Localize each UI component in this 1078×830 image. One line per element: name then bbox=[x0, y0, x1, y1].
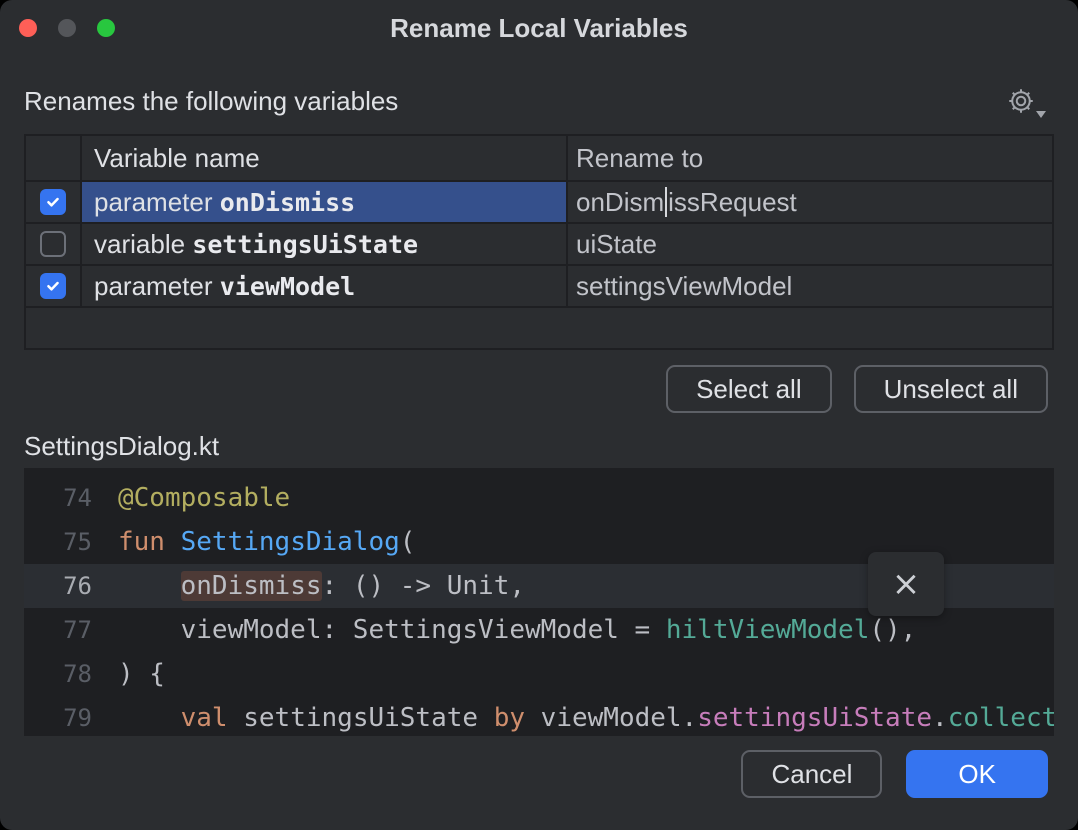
code-token: ) { bbox=[118, 659, 165, 689]
variable-kind: parameter bbox=[94, 187, 220, 218]
line-number: 76 bbox=[24, 564, 118, 608]
code-token: collect bbox=[948, 703, 1054, 733]
rename-text: uiState bbox=[576, 229, 657, 260]
table-header-row: Variable name Rename to bbox=[26, 136, 1052, 182]
code-preview-editor[interactable]: 74@Composable75fun SettingsDialog(76 onD… bbox=[24, 468, 1054, 736]
line-number: 79 bbox=[24, 696, 118, 736]
text-caret bbox=[665, 187, 667, 217]
header-row: Renames the following variables bbox=[24, 84, 1054, 118]
rename-text: settingsViewModel bbox=[576, 271, 792, 302]
code-line: 74@Composable bbox=[24, 476, 1054, 520]
variable-name-cell[interactable]: parameter viewModel bbox=[82, 266, 568, 306]
code-token: : () -> Unit, bbox=[322, 571, 526, 601]
check-icon bbox=[45, 194, 61, 210]
preview-file-name: SettingsDialog.kt bbox=[24, 431, 1054, 462]
line-number: 75 bbox=[24, 520, 118, 564]
minimize-window-button[interactable] bbox=[58, 19, 76, 37]
code-token: hiltViewModel bbox=[666, 615, 870, 645]
table-row[interactable]: variable settingsUiState uiState bbox=[26, 224, 1052, 266]
variable-name: settingsUiState bbox=[192, 230, 418, 259]
code-token: val bbox=[181, 703, 244, 733]
rename-text: issRequest bbox=[668, 187, 797, 218]
code-token: ( bbox=[400, 527, 416, 557]
code-token: viewModel. bbox=[541, 703, 698, 733]
code-token: (), bbox=[869, 615, 916, 645]
code-token bbox=[118, 703, 181, 733]
rename-to-cell[interactable]: settingsViewModel bbox=[568, 266, 1052, 306]
line-number: 77 bbox=[24, 608, 118, 652]
code-line: 79 val settingsUiState by viewModel.sett… bbox=[24, 696, 1054, 736]
zoom-window-button[interactable] bbox=[97, 19, 115, 37]
line-number: 74 bbox=[24, 476, 118, 520]
row-checkbox[interactable] bbox=[40, 273, 66, 299]
variable-name: onDismiss bbox=[220, 188, 355, 217]
code-token: viewModel: SettingsViewModel = bbox=[118, 615, 666, 645]
cancel-button[interactable]: Cancel bbox=[741, 750, 882, 798]
dialog-footer: Cancel OK bbox=[30, 750, 1048, 798]
checkbox-cell bbox=[26, 182, 82, 222]
rename-table: Variable name Rename to parameter onDism… bbox=[24, 134, 1054, 350]
table-row[interactable]: parameter viewModel settingsViewModel bbox=[26, 266, 1052, 308]
unselect-all-button[interactable]: Unselect all bbox=[854, 365, 1048, 413]
variable-name: viewModel bbox=[220, 272, 355, 301]
code-text: val settingsUiState by viewModel.setting… bbox=[118, 696, 1054, 736]
rename-local-variables-dialog: Rename Local Variables Renames the follo… bbox=[0, 0, 1078, 830]
code-token: onDismiss bbox=[181, 571, 322, 601]
code-token: SettingsDialog bbox=[181, 527, 400, 557]
row-checkbox[interactable] bbox=[40, 231, 66, 257]
titlebar: Rename Local Variables bbox=[0, 0, 1078, 56]
variable-kind: variable bbox=[94, 229, 192, 260]
check-icon bbox=[45, 278, 61, 294]
close-window-button[interactable] bbox=[19, 19, 37, 37]
checkbox-column-header bbox=[26, 136, 82, 180]
rename-text: onDism bbox=[576, 187, 664, 218]
code-token: settingsUiState bbox=[243, 703, 493, 733]
checkbox-cell bbox=[26, 224, 82, 264]
column-header-variable-name: Variable name bbox=[82, 136, 568, 180]
close-icon: × bbox=[892, 567, 921, 601]
header-label: Renames the following variables bbox=[24, 86, 398, 117]
column-header-rename-to: Rename to bbox=[568, 136, 1052, 180]
code-token bbox=[118, 571, 181, 601]
code-text: @Composable bbox=[118, 476, 1054, 520]
table-row[interactable]: parameter onDismissonDismissRequest bbox=[26, 182, 1052, 224]
code-token: settingsUiState bbox=[697, 703, 932, 733]
code-token: . bbox=[932, 703, 948, 733]
line-number: 78 bbox=[24, 652, 118, 696]
table-empty-area bbox=[26, 308, 1052, 348]
traffic-lights bbox=[19, 19, 115, 37]
select-all-button[interactable]: Select all bbox=[666, 365, 832, 413]
rename-to-cell[interactable]: onDismissRequest bbox=[568, 182, 1052, 222]
checkbox-cell bbox=[26, 266, 82, 306]
code-line: 78) { bbox=[24, 652, 1054, 696]
row-checkbox[interactable] bbox=[40, 189, 66, 215]
variable-kind: parameter bbox=[94, 271, 220, 302]
close-hint-button[interactable]: × bbox=[868, 552, 944, 616]
code-text: ) { bbox=[118, 652, 1054, 696]
code-token: fun bbox=[118, 527, 181, 557]
window-title: Rename Local Variables bbox=[390, 13, 688, 44]
selection-buttons: Select all Unselect all bbox=[30, 365, 1048, 413]
code-token: by bbox=[494, 703, 541, 733]
variable-name-cell[interactable]: variable settingsUiState bbox=[82, 224, 568, 264]
code-token: @Composable bbox=[118, 483, 290, 513]
ok-button[interactable]: OK bbox=[906, 750, 1048, 798]
variable-name-cell[interactable]: parameter onDismiss bbox=[82, 182, 568, 222]
table-body: parameter onDismissonDismissRequestvaria… bbox=[26, 182, 1052, 308]
rename-to-cell[interactable]: uiState bbox=[568, 224, 1052, 264]
gear-icon[interactable] bbox=[1004, 84, 1038, 118]
